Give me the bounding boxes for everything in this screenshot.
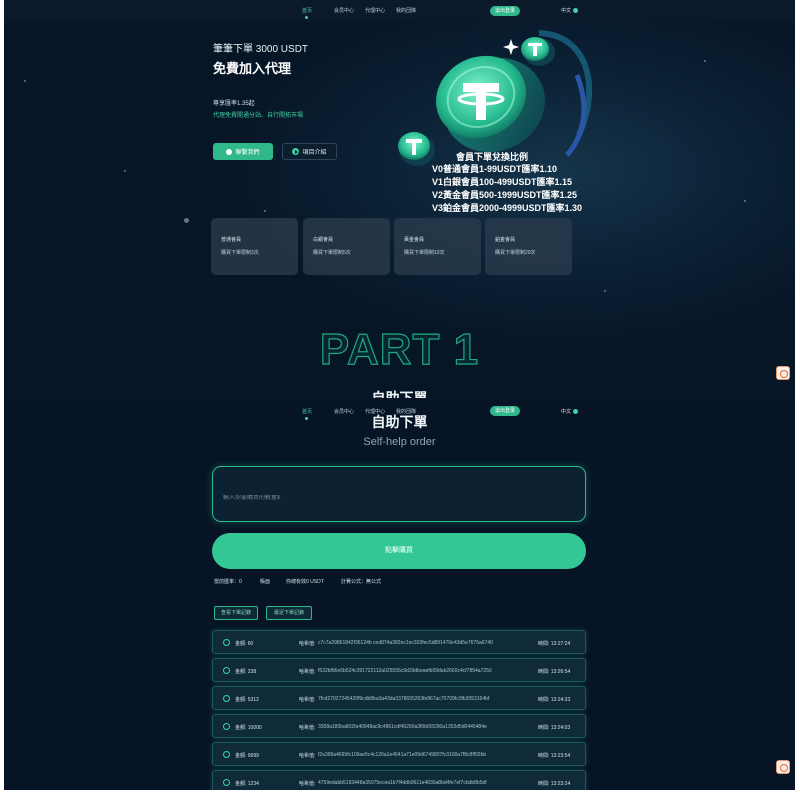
hash-value: f532bf96e6b524c391722112a025555c9d29dbea… <box>318 668 492 674</box>
hash-label: 哈希值: <box>299 697 316 703</box>
section-title-clipped: 自助下單 <box>371 390 428 398</box>
screenshot-frame: 首页 会员中心 代理中心 我的団隊 退出登录 中文 筆筆下單 3000 USDT… <box>0 0 800 800</box>
amount-label: 金額: 1234 <box>235 781 259 787</box>
section-title: 自助下單 <box>371 414 428 430</box>
project-intro-label: 項目介紹 <box>302 150 327 156</box>
order-row: 金額: 5312 哈希值: 7fcd27027245420f9cdb8ba3a4… <box>212 686 586 710</box>
chat-icon <box>226 148 233 155</box>
hash-label: 哈希值: <box>299 781 316 787</box>
hash-label: 哈希值: <box>299 725 316 731</box>
amount-label: 金額: 5312 <box>235 697 259 703</box>
hash-value: f2a399a4699fc109ae5c4c126a1e4641a71e09d6… <box>318 752 487 758</box>
tier-card-regular: 普通會員 購買下單限制3次 <box>211 218 298 275</box>
hash-value: c7c7a29861842f36124b ced874a382ec1ec303f… <box>318 640 493 646</box>
nav-home[interactable]: 首页 <box>302 7 312 14</box>
language-icon <box>573 8 578 13</box>
bullet-icon <box>223 723 230 730</box>
bullet-icon <box>223 779 230 786</box>
top-page: 首页 会员中心 代理中心 我的団隊 退出登录 中文 筆筆下單 3000 USDT… <box>4 0 795 398</box>
support-float-icon[interactable] <box>776 760 790 774</box>
balance-label: 賬面 <box>260 579 271 585</box>
hash-label: 哈希值: <box>299 641 316 647</box>
nav-active-indicator <box>305 16 308 19</box>
quantity-input[interactable] <box>223 495 585 501</box>
play-icon <box>292 148 300 155</box>
tier-desc: 購買下單限制5次 <box>313 250 351 256</box>
ratio-line: V3鉑金會員2000-4999USDT匯率1.30 <box>432 203 583 213</box>
hero-title: 免費加入代理 <box>213 61 292 76</box>
order-row: 金額: 9999 哈希值: f2a399a4699fc109ae5c4c126a… <box>212 742 586 766</box>
time-label: 時間: 13:23:24 <box>538 781 571 787</box>
tier-name: 鉑金會員 <box>495 237 516 243</box>
tab-my-orders[interactable]: 查看下單記錄 <box>214 606 258 620</box>
hero-rate: 尊享匯率1.35起 <box>213 101 255 107</box>
ratio-title: 會員下單兌換比例 <box>455 152 528 162</box>
hash-value: 7fcd27027245420f9cdb8ba3a43da3378655263f… <box>318 696 490 702</box>
tier-desc: 購買下單限制10次 <box>404 250 445 256</box>
time-label: 時間: 13:24:03 <box>538 725 571 731</box>
tier-card-gold: 黃金會員 購買下單限制10次 <box>394 218 481 275</box>
current-rate: 當前匯率：0 <box>214 579 242 585</box>
time-label: 時間: 13:24:33 <box>538 697 571 703</box>
tab-recent-orders[interactable]: 最近下單記錄 <box>266 606 312 620</box>
bullet-icon <box>223 751 230 758</box>
bullet-icon <box>223 695 230 702</box>
order-row: 金額: 10000 哈希值: 3358a180ba802fa40948ac9c4… <box>212 714 586 738</box>
hash-label: 哈希值: <box>299 669 316 675</box>
contact-us-label: 聯繫我們 <box>235 150 260 156</box>
part-heading: PART 1 <box>319 324 480 374</box>
order-row: 金額: 1234 哈希值: 4759edabb5193448a35075ecea… <box>212 770 586 790</box>
amount-label: 金額: 10000 <box>235 725 262 731</box>
buy-button[interactable]: 點擊購買 <box>212 533 586 569</box>
contact-us-button[interactable]: 聯繫我們 <box>213 143 273 160</box>
order-row: 金額: 60 哈希值: c7c7a29861842f36124b ced874a… <box>212 630 586 654</box>
section-title-en: Self-help order <box>363 436 436 448</box>
nav-agent-center[interactable]: 代理中心 <box>365 7 385 14</box>
hash-value: 4759edabb5193448a35075ecea1b7f4ddb9611e4… <box>318 780 487 786</box>
hero-rate-desc: 代理免費開通分站、自行開拓市場 <box>213 113 304 119</box>
hash-label: 哈希值: <box>299 753 316 759</box>
ratio-line: V1白銀會員100-499USDT匯率1.15 <box>432 177 573 187</box>
project-intro-button[interactable]: 項目介紹 <box>282 143 337 160</box>
tier-name: 普通會員 <box>221 237 242 243</box>
language-selector[interactable]: 中文 <box>561 7 571 14</box>
nav-member-center[interactable]: 会员中心 <box>334 7 354 14</box>
amount-label: 金額: 9999 <box>235 753 259 759</box>
hash-value: 3358a180ba802fa40948ac9c4861cdf45290a3f0… <box>318 724 487 730</box>
time-label: 時間: 13:27:24 <box>538 641 571 647</box>
bottom-page: 首页 会员中心 代理中心 我的団隊 退出登录 中文 自助下單 Self-help… <box>4 398 795 790</box>
tier-card-silver: 白銀會員 購買下單限制5次 <box>303 218 390 275</box>
tier-desc: 購買下單限制3次 <box>221 250 259 256</box>
nav-my-team[interactable]: 我的団隊 <box>396 7 416 14</box>
available-balance: 你總有效0 USDT <box>286 579 324 585</box>
bullet-icon <box>223 667 230 674</box>
ratio-line: V2黃金會員500-1999USDT匯率1.25 <box>432 190 578 200</box>
navbar: 首页 会员中心 代理中心 我的団隊 退出登录 中文 <box>4 0 795 22</box>
tier-name: 白銀會員 <box>313 237 334 243</box>
quantity-input-box[interactable] <box>212 466 586 522</box>
hero-subtitle: 筆筆下單 3000 USDT <box>213 44 309 55</box>
tier-card-platinum: 鉑金會員 購買下單限制20次 <box>485 218 572 275</box>
tier-desc: 購買下單限制20次 <box>495 250 536 256</box>
time-label: 時間: 13:23:54 <box>538 753 571 759</box>
fee-formula: 計費公式：無公式 <box>341 579 382 585</box>
amount-label: 金額: 238 <box>235 669 257 675</box>
bullet-icon <box>223 639 230 646</box>
support-float-icon[interactable] <box>776 366 790 380</box>
order-row: 金額: 238 哈希值: f532bf96e6b524c391722112a02… <box>212 658 586 682</box>
exchange-ratio-box: 會員下單兌換比例 V0普通會員1-99USDT匯率1.10 V1白銀會員100-… <box>432 150 602 215</box>
tier-name: 黃金會員 <box>404 237 425 243</box>
time-label: 時間: 13:26:54 <box>538 669 571 675</box>
amount-label: 金額: 60 <box>235 641 254 647</box>
logout-button[interactable]: 退出登录 <box>490 6 520 16</box>
ratio-line: V0普通會員1-99USDT匯率1.10 <box>432 164 558 174</box>
